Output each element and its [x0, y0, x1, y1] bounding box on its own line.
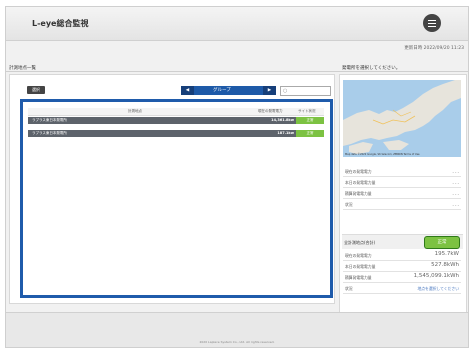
row-site-name: ラプラス東日本発電所 [32, 131, 67, 135]
group-label: グループ [213, 88, 231, 93]
search-icon: ○ [283, 88, 288, 94]
status-badge: 正常 [296, 117, 324, 124]
row-site-name: ラプラス東日本発電所 [32, 118, 67, 122]
row-power-value: 14,361.8kw [271, 118, 294, 122]
table-row[interactable]: ラプラス東日本発電所 187.1kw 正常 [28, 130, 324, 137]
map-credit: Map data ©2022 Google, SK telecom, ZENRI… [345, 153, 420, 156]
table-header: 計測地点 現在の発電電力 サイト状況 [28, 108, 324, 116]
app-window: L-eye総合監視 更新日時 2022/09/20 11:23 計測地点一覧 発… [5, 6, 469, 348]
next-group-button[interactable]: ▶ [263, 86, 276, 95]
site-map[interactable]: Map data ©2022 Google, SK telecom, ZENRI… [343, 80, 461, 157]
app-title: L-eye総合監視 [32, 19, 89, 28]
menu-icon[interactable] [423, 14, 441, 32]
total-row: 現在の発電電力 195.7kW [343, 250, 461, 261]
total-header: 全計測地点(合計) 正常 [342, 234, 463, 249]
highlight-frame [20, 99, 333, 298]
footer: 2020 Laplace System Co., Ltd. All rights… [6, 312, 468, 347]
column-header-site: 計測地点 [128, 109, 142, 113]
chevron-left-icon: ◀ [185, 88, 190, 93]
column-header-power: 現在の発電電力 [258, 109, 283, 113]
column-header-status: サイト状況 [298, 109, 316, 113]
total-row: 本日の発電電力量 527.8kWh [343, 261, 461, 272]
total-status-badge: 正常 [424, 236, 460, 249]
divider [6, 71, 468, 72]
select-button[interactable]: 選択 [27, 86, 45, 94]
total-row: 状況 地点を選択してください [343, 283, 461, 294]
select-site-link[interactable]: 地点を選択してください [417, 286, 459, 292]
updated-timestamp: 更新日時 2022/09/20 11:23 [404, 46, 464, 51]
map-landmass [343, 80, 461, 154]
search-input[interactable]: ○ [280, 86, 331, 96]
total-title: 全計測地点(合計) [344, 240, 376, 245]
status-badge: 正常 [296, 130, 324, 137]
row-power-value: 187.1kw [277, 131, 294, 135]
copyright-text: 2020 Laplace System Co., Ltd. All rights… [199, 340, 275, 344]
group-pager: ◀ グループ ▶ [181, 86, 276, 95]
total-row: 積算発電電力量 1,545,099.1kWh [343, 272, 461, 283]
screen: L-eye総合監視 更新日時 2022/09/20 11:23 計測地点一覧 発… [0, 0, 473, 351]
detail-row: 現在の発電電力 - - - [343, 166, 461, 177]
detail-row: 状況 - - - [343, 199, 461, 210]
table-row[interactable]: ラプラス東日本発電所 14,361.8kw 正常 [28, 117, 324, 124]
detail-row: 本日の発電電力量 - - - [343, 177, 461, 188]
detail-row: 積算発電電力量 - - - [343, 188, 461, 199]
chevron-right-icon: ▶ [267, 88, 272, 93]
prev-group-button[interactable]: ◀ [181, 86, 194, 95]
header-bar: L-eye総合監視 [6, 7, 468, 41]
